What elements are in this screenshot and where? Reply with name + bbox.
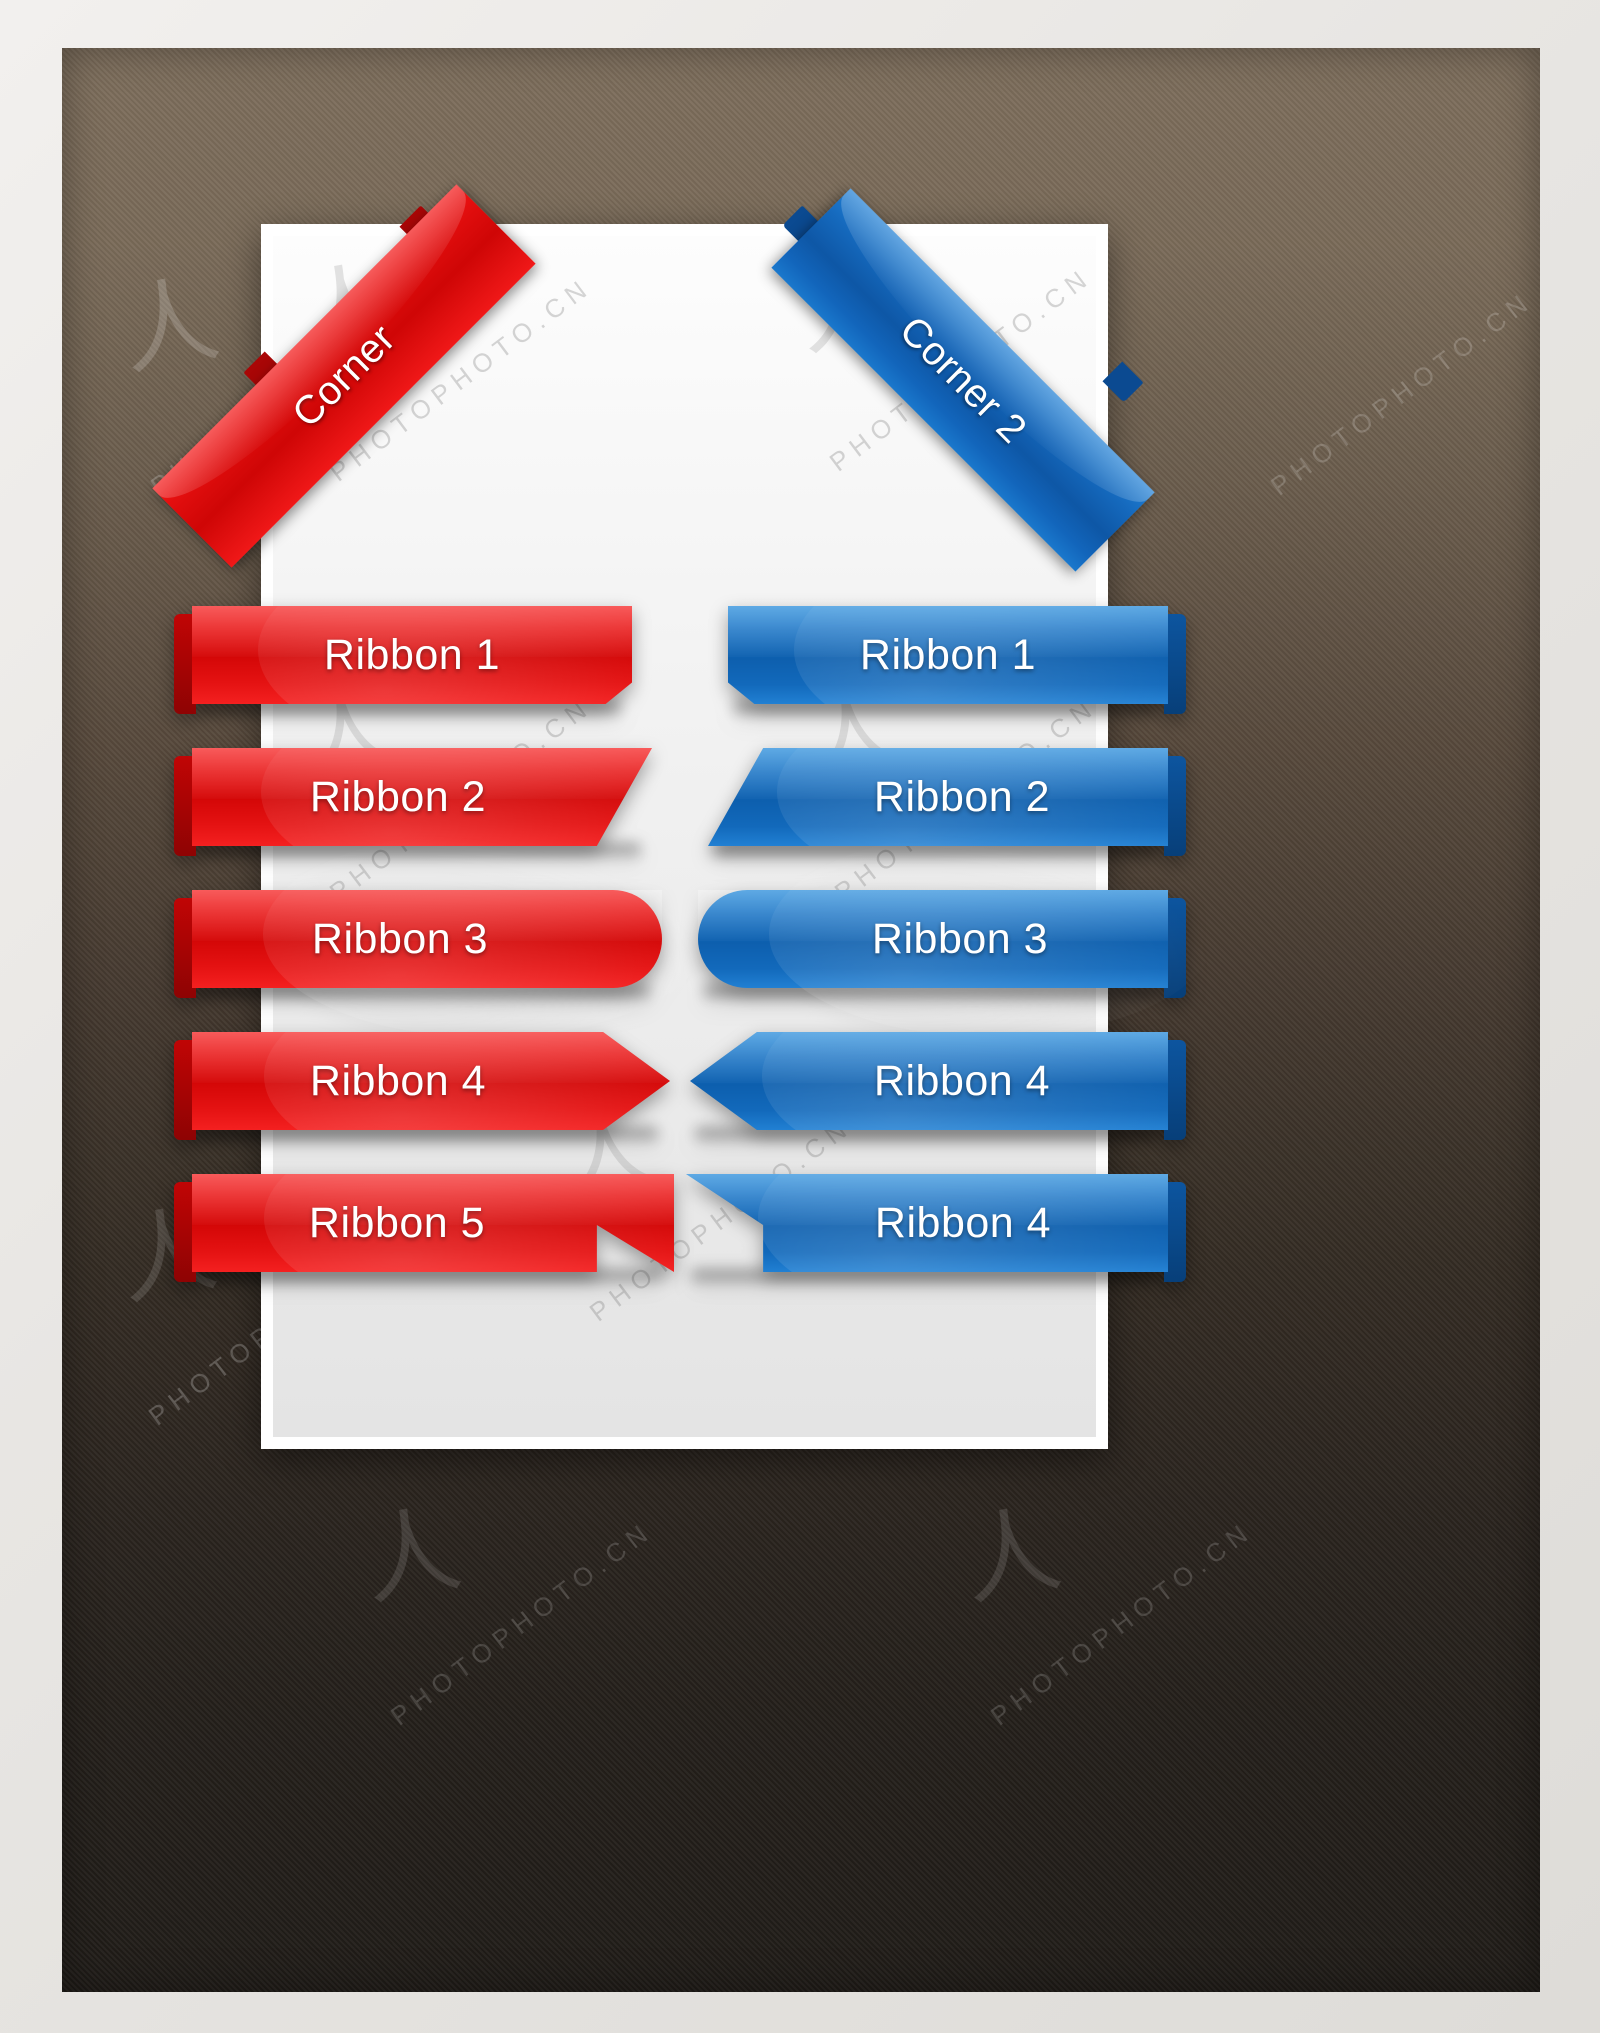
corner-ribbon-tail — [1102, 361, 1144, 403]
ribbon-label: Ribbon 1 — [859, 630, 1037, 679]
ribbon-blue-2[interactable]: Ribbon 2 — [708, 748, 1186, 856]
ribbon-red-2[interactable]: Ribbon 2 — [174, 748, 652, 856]
watermark-text: PHOTOPHOTO.CN — [984, 1514, 1259, 1732]
ribbon-label: Ribbon 3 — [871, 914, 1049, 963]
ribbon-label: Ribbon 2 — [873, 772, 1051, 821]
ribbon-red-5[interactable]: Ribbon 5 — [174, 1174, 674, 1282]
ribbon-label: Ribbon 1 — [323, 630, 501, 679]
ribbon-label: Ribbon 5 — [308, 1198, 486, 1247]
ribbon-blue-4[interactable]: Ribbon 4 — [690, 1032, 1186, 1140]
watermark-figure-icon: 人 — [354, 1492, 469, 1620]
ribbon-red-4[interactable]: Ribbon 4 — [174, 1032, 670, 1140]
ribbon-blue-5[interactable]: Ribbon 4 — [686, 1174, 1186, 1282]
ribbon-label: Ribbon 3 — [311, 914, 489, 963]
ribbon-red-3[interactable]: Ribbon 3 — [174, 831, 709, 1037]
ribbon-label: Ribbon 4 — [309, 1056, 487, 1105]
ribbon-blue-1[interactable]: Ribbon 1 — [728, 606, 1186, 714]
watermark-text: PHOTOPHOTO.CN — [1264, 284, 1539, 502]
ribbon-label: Ribbon 4 — [874, 1198, 1052, 1247]
watermark-figure-icon: 人 — [954, 1492, 1069, 1620]
page-background: PHOTOPHOTO.CN 人 PHOTOPHOTO.CN 人 PHOTOPHO… — [0, 0, 1600, 2033]
ribbon-blue-3[interactable]: Ribbon 3 — [698, 831, 1215, 1037]
watermark-figure-icon: 人 — [112, 262, 227, 390]
watermark-text: PHOTOPHOTO.CN — [384, 1514, 659, 1732]
dark-textured-stage: PHOTOPHOTO.CN 人 PHOTOPHOTO.CN 人 PHOTOPHO… — [62, 48, 1540, 1992]
ribbon-label: Ribbon 4 — [873, 1056, 1051, 1105]
ribbon-label: Ribbon 2 — [309, 772, 487, 821]
ribbon-red-1[interactable]: Ribbon 1 — [174, 606, 632, 714]
